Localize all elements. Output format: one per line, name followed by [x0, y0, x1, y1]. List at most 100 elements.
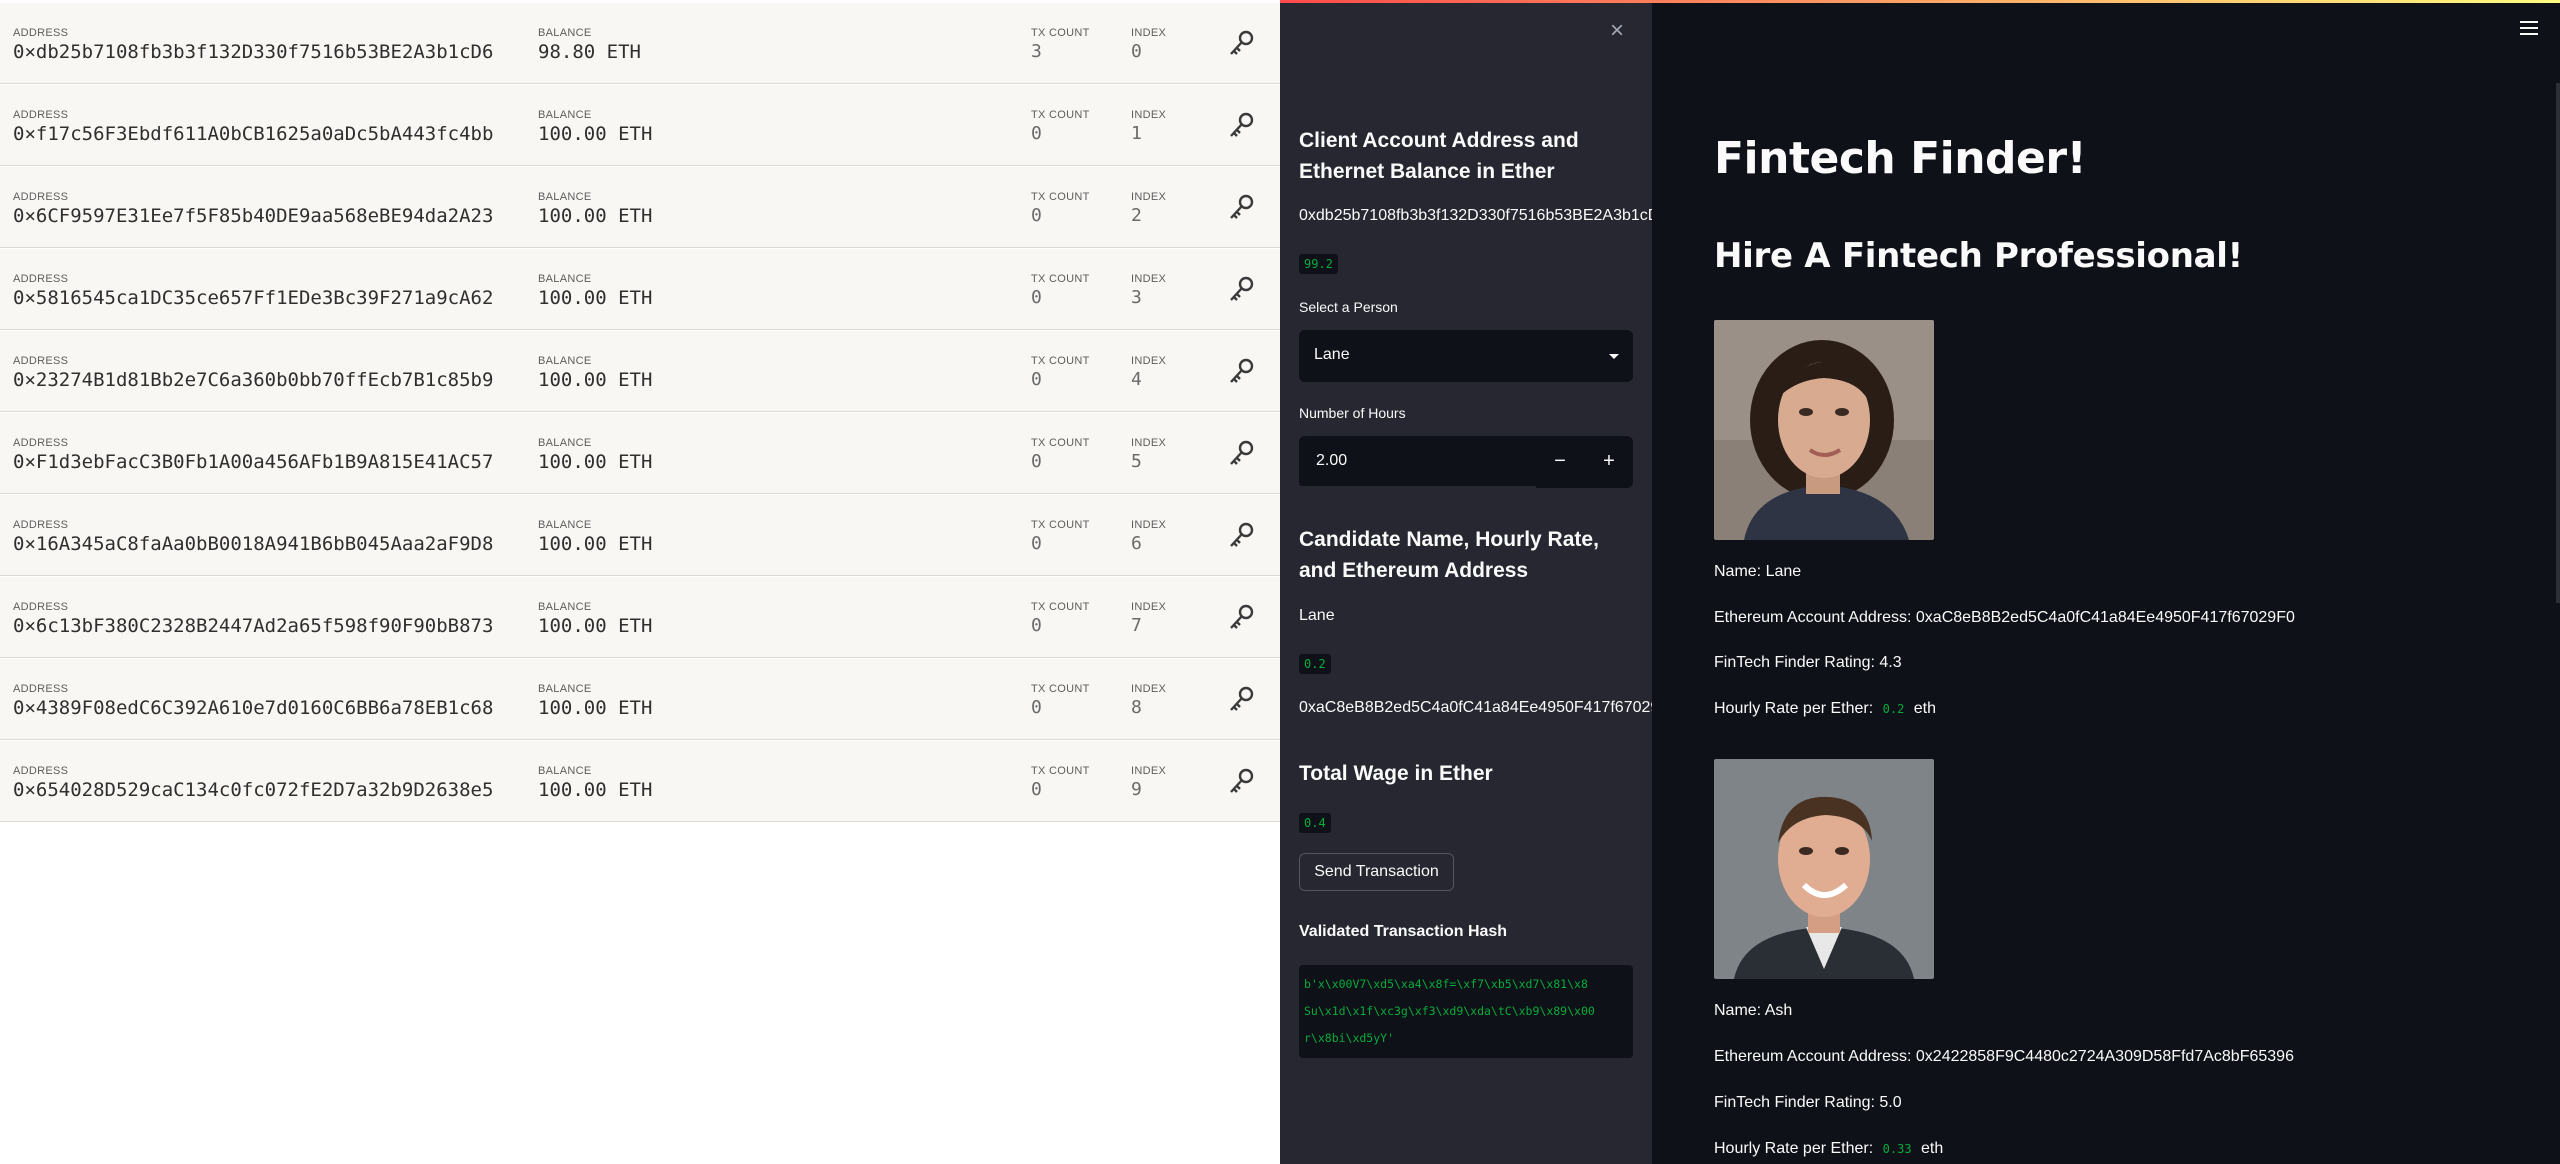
account-index: 3 [1131, 287, 1142, 308]
account-balance: 100.00 ETH [538, 205, 653, 227]
account-row[interactable]: ADDRESS 0×6CF9597E31Ee7f5F85b40DE9aa568e… [0, 167, 1280, 248]
account-row[interactable]: ADDRESS 0×4389F08edC6C392A610e7d0160C6BB… [0, 659, 1280, 740]
key-icon[interactable] [1226, 275, 1256, 305]
scrollbar[interactable] [2556, 83, 2560, 603]
balance-label: BALANCE [538, 765, 592, 777]
account-row[interactable]: ADDRESS 0×db25b7108fb3b3f132D330f7516b53… [0, 3, 1280, 84]
account-address: 0×6CF9597E31Ee7f5F85b40DE9aa568eBE94da2A… [13, 205, 494, 227]
close-icon[interactable]: × [1610, 17, 1624, 45]
hours-number-input[interactable]: 2.00 − + [1299, 436, 1633, 488]
account-address: 0×f17c56F3Ebdf611A0bCB1625a0aDc5bA443fc4… [13, 123, 494, 145]
key-icon[interactable] [1226, 767, 1256, 797]
key-icon[interactable] [1226, 193, 1256, 223]
client-balance: 99.2 [1299, 254, 1338, 274]
index-label: INDEX [1131, 519, 1167, 531]
hash-line: r\x8bi\xd5yY' [1304, 1031, 1395, 1045]
account-balance: 100.00 ETH [538, 287, 653, 309]
index-label: INDEX [1131, 273, 1167, 285]
balance-label: BALANCE [538, 519, 592, 531]
account-tx-count: 0 [1031, 779, 1042, 800]
candidate-photo-ash [1714, 759, 1934, 979]
account-index: 6 [1131, 533, 1142, 554]
input-underline [1299, 486, 1536, 488]
hours-label: Number of Hours [1299, 405, 1406, 421]
address-label: ADDRESS [13, 109, 69, 121]
select-person-label: Select a Person [1299, 299, 1398, 315]
account-address: 0×23274B1d81Bb2e7C6a360b0bb70ffEcb7B1c85… [13, 369, 494, 391]
index-label: INDEX [1131, 109, 1167, 121]
tx-count-label: TX COUNT [1031, 683, 1090, 695]
account-row[interactable]: ADDRESS 0×16A345aC8faAa0bB0018A941B6bB04… [0, 495, 1280, 576]
index-label: INDEX [1131, 601, 1167, 613]
account-balance: 100.00 ETH [538, 615, 653, 637]
account-balance: 100.00 ETH [538, 123, 653, 145]
account-tx-count: 0 [1031, 205, 1042, 226]
rate-prefix: Hourly Rate per Ether: [1714, 1140, 1874, 1157]
account-tx-count: 3 [1031, 41, 1042, 62]
index-label: INDEX [1131, 191, 1167, 203]
candidate-rate: 0.2 [1299, 654, 1331, 674]
candidate-rate-ash: Hourly Rate per Ether: 0.33 eth [1714, 1139, 1943, 1159]
hours-value: 2.00 [1316, 452, 1348, 469]
transaction-hash-code: b'x\x00V7\xd5\xa4\x8f=\xf7\xb5\xd7\x81\x… [1299, 965, 1633, 1058]
total-wage-heading: Total Wage in Ether [1299, 762, 1493, 785]
tx-count-label: TX COUNT [1031, 437, 1090, 449]
balance-label: BALANCE [538, 273, 592, 285]
client-address: 0xdb25b7108fb3b3f132D330f7516b53BE2A3b1c… [1299, 207, 1652, 224]
key-icon[interactable] [1226, 521, 1256, 551]
index-label: INDEX [1131, 683, 1167, 695]
tx-count-label: TX COUNT [1031, 355, 1090, 367]
account-row[interactable]: ADDRESS 0×654028D529caC134c0fc072fE2D7a3… [0, 741, 1280, 822]
hamburger-menu-icon[interactable] [2520, 21, 2538, 35]
candidate-address-ash: Ethereum Account Address: 0x2422858F9C44… [1714, 1048, 2294, 1065]
account-row[interactable]: ADDRESS 0×5816545ca1DC35ce657Ff1EDe3Bc39… [0, 249, 1280, 330]
tx-count-label: TX COUNT [1031, 109, 1090, 121]
account-address: 0×F1d3ebFacC3B0Fb1A00a456AFb1B9A815E41AC… [13, 451, 494, 473]
key-icon[interactable] [1226, 603, 1256, 633]
key-icon[interactable] [1226, 685, 1256, 715]
rate-value: 0.33 [1877, 1139, 1917, 1159]
key-icon[interactable] [1226, 357, 1256, 387]
hash-line: Su\x1d\x1f\xc3g\xf3\xd9\xda\tC\xb9\x89\x… [1304, 1004, 1595, 1018]
account-row[interactable]: ADDRESS 0×f17c56F3Ebdf611A0bCB1625a0aDc5… [0, 85, 1280, 166]
total-wage-value: 0.4 [1299, 813, 1331, 833]
page-subtitle: Hire A Fintech Professional! [1714, 236, 2243, 276]
balance-label: BALANCE [538, 601, 592, 613]
account-row[interactable]: ADDRESS 0×23274B1d81Bb2e7C6a360b0bb70ffE… [0, 331, 1280, 412]
ganache-accounts-panel: ADDRESS 0×db25b7108fb3b3f132D330f7516b53… [0, 0, 1280, 1164]
account-row[interactable]: ADDRESS 0×6c13bF380C2328B2447Ad2a65f598f… [0, 577, 1280, 658]
account-tx-count: 0 [1031, 615, 1042, 636]
balance-label: BALANCE [538, 109, 592, 121]
send-transaction-button[interactable]: Send Transaction [1299, 853, 1454, 891]
account-address: 0×16A345aC8faAa0bB0018A941B6bB045Aaa2aF9… [13, 533, 494, 555]
account-index: 2 [1131, 205, 1142, 226]
key-icon[interactable] [1226, 111, 1256, 141]
hours-increment-button[interactable]: + [1585, 436, 1633, 488]
key-icon[interactable] [1226, 439, 1256, 469]
account-tx-count: 0 [1031, 697, 1042, 718]
client-account-heading: Client Account Address and Ethernet Bala… [1299, 129, 1579, 183]
tx-count-label: TX COUNT [1031, 27, 1090, 39]
balance-label: BALANCE [538, 355, 592, 367]
address-label: ADDRESS [13, 519, 69, 531]
account-index: 5 [1131, 451, 1142, 472]
main-content: Fintech Finder! Hire A Fintech Professio… [1652, 3, 2560, 1164]
transaction-hash-heading: Validated Transaction Hash [1299, 923, 1508, 940]
account-address: 0×4389F08edC6C392A610e7d0160C6BB6a78EB1c… [13, 697, 494, 719]
chevron-down-icon [1609, 354, 1619, 359]
page-title: Fintech Finder! [1714, 133, 2087, 184]
account-row[interactable]: ADDRESS 0×F1d3ebFacC3B0Fb1A00a456AFb1B9A… [0, 413, 1280, 494]
hours-decrement-button[interactable]: − [1536, 436, 1584, 488]
tx-count-label: TX COUNT [1031, 273, 1090, 285]
account-balance: 100.00 ETH [538, 779, 653, 801]
address-label: ADDRESS [13, 601, 69, 613]
select-person-dropdown[interactable]: Lane [1299, 330, 1633, 382]
address-label: ADDRESS [13, 191, 69, 203]
rate-prefix: Hourly Rate per Ether: [1714, 700, 1874, 717]
account-index: 1 [1131, 123, 1142, 144]
account-index: 8 [1131, 697, 1142, 718]
balance-label: BALANCE [538, 191, 592, 203]
index-label: INDEX [1131, 27, 1167, 39]
key-icon[interactable] [1226, 29, 1256, 59]
tx-count-label: TX COUNT [1031, 191, 1090, 203]
